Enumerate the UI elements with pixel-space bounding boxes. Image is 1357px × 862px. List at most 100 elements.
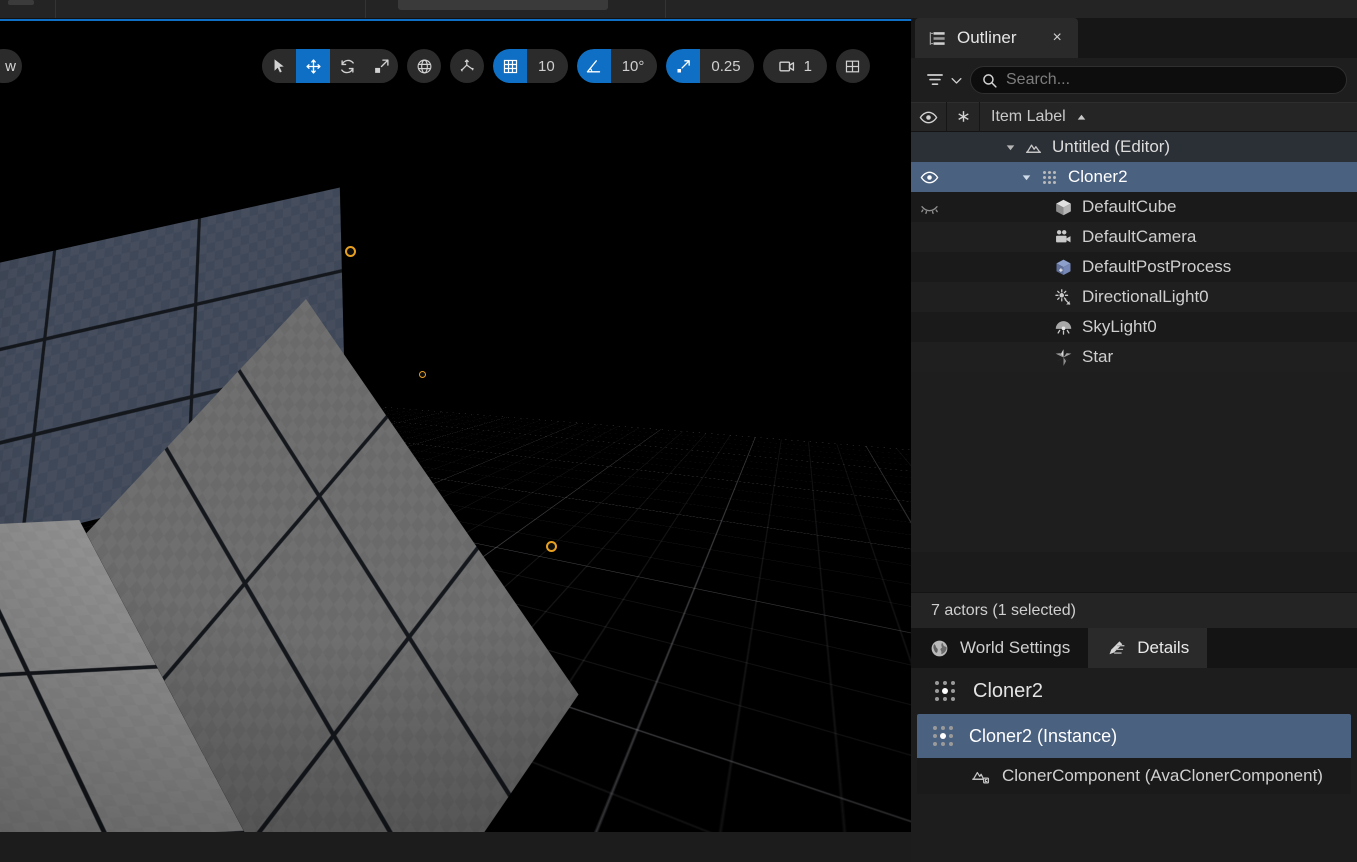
cube-icon	[1052, 197, 1074, 218]
viewport-bottom-strip	[0, 832, 911, 862]
star-shape-icon	[1052, 347, 1074, 368]
tab-outliner[interactable]: Outliner ×	[915, 18, 1078, 58]
tab-details[interactable]: Details	[1088, 628, 1208, 668]
expander-caret[interactable]	[1002, 139, 1018, 155]
outliner-row-label: DirectionalLight0	[1082, 287, 1209, 306]
eye-icon	[919, 111, 938, 123]
camera-speed-button[interactable]: 1	[762, 49, 827, 83]
angle-snap-toggle-button[interactable]	[576, 49, 611, 83]
outliner-row-label: DefaultCube	[1082, 197, 1177, 216]
asterisk-icon	[957, 110, 969, 122]
scale-snap-toggle-button[interactable]	[666, 49, 701, 83]
column-pinned[interactable]	[947, 102, 980, 132]
outliner-row-defaultpostprocess[interactable]: DefaultPostProcess	[911, 252, 1357, 282]
tab-world-settings[interactable]: World Settings	[911, 628, 1088, 668]
world-globe-icon	[931, 640, 948, 656]
outliner-row-label: Untitled (Editor)	[1052, 137, 1171, 156]
scale-snap-group: 0.25	[666, 49, 754, 83]
component-list: Cloner2 (Instance) ClonerComponent (AvaC…	[917, 714, 1351, 794]
outliner-filter-row: Search...	[911, 58, 1357, 102]
outliner-panel: Search... Item Label Untitled (Editor) C…	[911, 58, 1357, 862]
outliner-icon	[929, 31, 945, 45]
angle-snap-value[interactable]: 10°	[610, 49, 658, 83]
row-visibility-toggle[interactable]	[911, 168, 947, 187]
angle-snap-group: 10°	[576, 49, 658, 83]
tab-details-label: Details	[1137, 638, 1190, 657]
grid-snap-group: 10	[493, 49, 568, 83]
outliner-row-label: DefaultPostProcess	[1082, 257, 1232, 276]
camera-icon	[778, 60, 794, 72]
outliner-status-bar: 7 actors (1 selected)	[911, 592, 1357, 628]
close-icon[interactable]: ×	[1053, 29, 1062, 47]
camera-icon	[1052, 227, 1074, 248]
outliner-row-defaultcamera[interactable]: DefaultCamera	[911, 222, 1357, 252]
surface-snap-toggle-button[interactable]	[450, 49, 484, 83]
tab-outliner-label: Outliner	[957, 28, 1017, 47]
details-header-title: Cloner2	[973, 679, 1044, 702]
level-icon	[1022, 138, 1044, 157]
outliner-row-defaultcube[interactable]: DefaultCube	[911, 192, 1357, 222]
outliner-row-cloner2[interactable]: Cloner2	[911, 162, 1357, 192]
toolbar-divider	[365, 0, 366, 18]
viewport-vignette	[0, 21, 911, 832]
component-row-clonercomponent[interactable]: ClonerComponent (AvaClonerComponent)	[917, 758, 1351, 794]
outliner-filter-button[interactable]	[925, 70, 964, 90]
sky-light-icon	[1052, 317, 1074, 338]
component-row-label: ClonerComponent (AvaClonerComponent)	[1002, 766, 1323, 785]
world-space-toggle-button[interactable]	[407, 49, 441, 83]
viewport-toolbar: 10 10° 0.25 1	[262, 49, 870, 83]
eye-closed-icon	[920, 205, 938, 214]
cloner-dots-icon	[935, 681, 955, 701]
outliner-search-input[interactable]: Search...	[970, 66, 1347, 94]
select-tool-button[interactable]	[262, 49, 296, 83]
sort-ascending-icon	[1077, 114, 1086, 120]
unreal-editor-window: w 10 10° 0.25 1 Outliner × Search... Ite…	[0, 0, 1357, 862]
eye-icon	[920, 171, 938, 183]
filter-icon	[927, 74, 943, 85]
outliner-tabbar: Outliner ×	[911, 18, 1357, 58]
scale-tool-button[interactable]	[364, 49, 398, 83]
outliner-column-header: Item Label	[911, 102, 1357, 132]
outliner-status-text: 7 actors (1 selected)	[931, 601, 1076, 619]
grid-snap-toggle-button[interactable]	[493, 49, 527, 83]
expander-caret[interactable]	[1018, 169, 1034, 185]
search-icon	[983, 73, 997, 88]
cloner-component-icon	[972, 771, 990, 783]
cloner-dots-icon	[933, 726, 953, 746]
toolbar-divider	[55, 0, 56, 18]
component-row-cloner2-instance[interactable]: Cloner2 (Instance)	[917, 714, 1351, 758]
cloner-dots-icon	[1038, 170, 1060, 184]
rotate-tool-button[interactable]	[330, 49, 364, 83]
scale-snap-value[interactable]: 0.25	[700, 49, 754, 83]
column-item-label-text: Item Label	[991, 108, 1066, 125]
column-visibility[interactable]	[911, 102, 947, 132]
outliner-row-label: Cloner2	[1068, 167, 1128, 186]
main-toolbar-strip	[0, 0, 1357, 18]
grid-snap-value[interactable]: 10	[527, 49, 568, 83]
outliner-row-directionallight0[interactable]: DirectionalLight0	[911, 282, 1357, 312]
outliner-row-label: Star	[1082, 347, 1114, 366]
right-panel-column: Outliner × Search... Item Label Untitled…	[911, 18, 1357, 862]
level-viewport[interactable]: w 10 10° 0.25 1	[0, 21, 911, 832]
toolbar-pill	[398, 0, 608, 10]
outliner-row-star[interactable]: Star	[911, 342, 1357, 372]
row-visibility-toggle[interactable]	[911, 198, 947, 217]
outliner-row-label: SkyLight0	[1082, 317, 1157, 336]
outliner-row-untitled-editor[interactable]: Untitled (Editor)	[911, 132, 1357, 162]
column-item-label[interactable]: Item Label	[980, 102, 1357, 132]
outliner-tree: Untitled (Editor) Cloner2 DefaultCube De…	[911, 132, 1357, 372]
details-tabbar: World Settings Details	[911, 628, 1357, 668]
post-process-icon	[1052, 257, 1074, 278]
transform-tool-group	[262, 49, 398, 83]
move-tool-button[interactable]	[296, 49, 330, 83]
camera-speed-value: 1	[803, 57, 812, 75]
outliner-search-placeholder: Search...	[1006, 71, 1071, 88]
details-panel: Cloner2 Cloner2 (Instance) ClonerCompone…	[911, 668, 1357, 862]
outliner-row-skylight0[interactable]: SkyLight0	[911, 312, 1357, 342]
component-row-label: Cloner2 (Instance)	[969, 725, 1118, 746]
toolbar-chip	[8, 0, 34, 5]
details-header: Cloner2	[911, 668, 1357, 714]
details-pencil-icon	[1109, 640, 1125, 654]
viewport-layout-button[interactable]	[835, 49, 870, 83]
directional-light-icon	[1052, 287, 1074, 308]
